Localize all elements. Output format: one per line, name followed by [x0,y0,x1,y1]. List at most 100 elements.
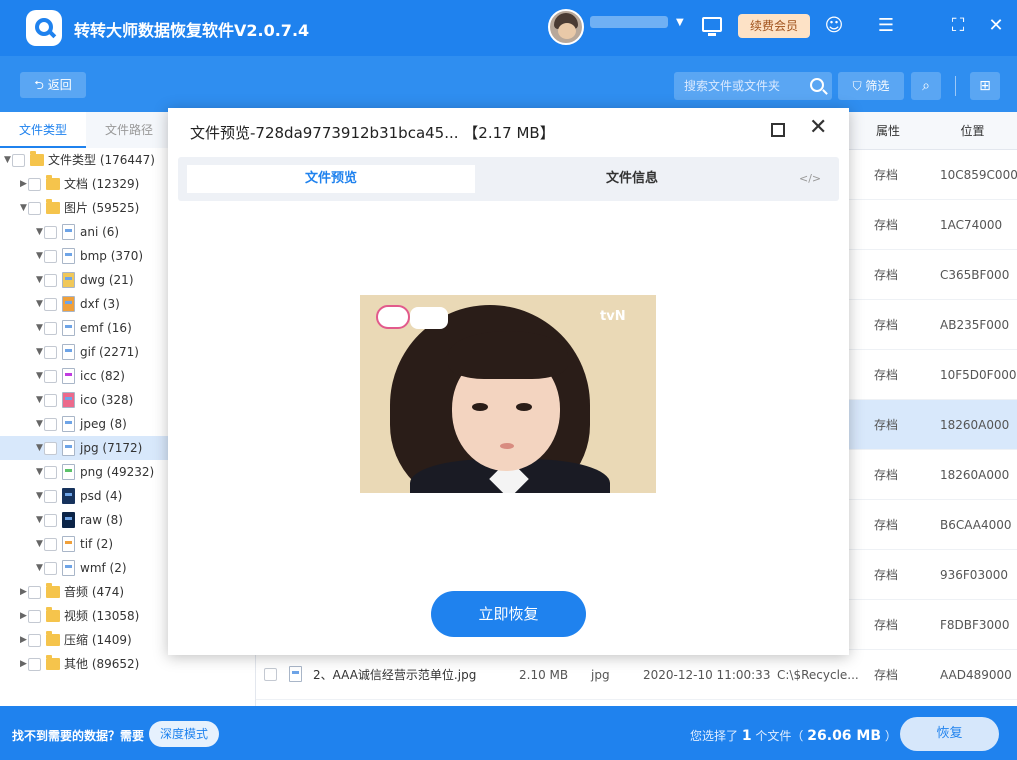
tree-checkbox[interactable] [28,202,41,215]
tab-file-path[interactable]: 文件路径 [86,112,172,148]
bmp-file-icon [62,248,75,264]
tree-checkbox[interactable] [44,514,57,527]
expanded-icon[interactable]: ▼ [36,388,43,412]
file-attribute: 存档 [874,418,899,432]
filter-button[interactable]: ⛉ 筛选 [838,72,904,100]
toolbar-divider [955,76,956,96]
jpeg-file-icon [62,416,75,432]
expanded-icon[interactable]: ▼ [20,196,27,220]
file-date: 2020-12-10 11:00:33 [643,668,771,682]
expanded-icon[interactable]: ▼ [36,292,43,316]
menu-icon[interactable]: ☰ [874,14,898,38]
back-icon: ⮌ [34,78,48,92]
tree-item-label: 图片 (59525) [64,201,140,215]
column-header-attribute[interactable]: 属性 [848,112,928,150]
tab-file-type[interactable]: 文件类型 [0,112,86,148]
gif-file-icon [62,344,75,360]
collapsed-icon[interactable]: ▶ [20,172,27,196]
tree-checkbox[interactable] [44,370,57,383]
table-row[interactable]: 2、AAA诚信经营示范单位.jpg 2.10 MB jpg 2020-12-10… [256,650,1017,700]
collapsed-icon[interactable]: ▶ [20,628,27,652]
bottom-bar: 找不到需要的数据？需要 深度模式 您选择了 1 个文件（ 26.06 MB ） … [0,706,1017,760]
expanded-icon[interactable]: ▼ [36,556,43,580]
tree-checkbox[interactable] [44,490,57,503]
expanded-icon[interactable]: ▼ [4,148,11,172]
tree-checkbox[interactable] [28,586,41,599]
file-position: 18260A000 [940,468,1010,482]
file-position: 936F03000 [940,568,1008,582]
tree-checkbox[interactable] [28,658,41,671]
tree-checkbox[interactable] [44,418,57,431]
file-attribute: 存档 [874,368,899,382]
tree-checkbox[interactable] [44,466,57,479]
user-avatar[interactable] [548,9,584,45]
collapsed-icon[interactable]: ▶ [20,580,27,604]
monitor-icon[interactable] [702,17,722,36]
tree-item-label: tif (2) [80,537,114,551]
maximize-icon[interactable] [771,123,785,137]
tree-item-label: jpg (7172) [80,441,143,455]
table-header: 属性 位置 [848,112,1017,150]
selection-prefix: 您选择了 [690,729,739,743]
preview-image: tvN [360,295,656,493]
tree-item[interactable]: ▶ 其他 (89652) [0,652,255,676]
tree-checkbox[interactable] [44,394,57,407]
username-redacted[interactable] [590,16,668,28]
expanded-icon[interactable]: ▼ [36,268,43,292]
collapsed-icon[interactable]: ▶ [20,604,27,628]
renew-vip-button[interactable]: 续费会员 [738,14,810,38]
fullscreen-icon[interactable]: ⛶ [946,14,970,38]
tree-checkbox[interactable] [44,562,57,575]
file-position: 10C859C000 [940,168,1017,182]
tree-checkbox[interactable] [44,298,57,311]
expanded-icon[interactable]: ▼ [36,220,43,244]
close-icon[interactable]: ✕ [809,117,827,139]
column-header-position[interactable]: 位置 [928,112,1017,150]
list-search-button[interactable]: ⌕ [911,72,941,100]
tree-checkbox[interactable] [44,274,57,287]
code-icon[interactable]: </> [799,165,821,193]
search-icon[interactable] [810,78,824,92]
expanded-icon[interactable]: ▼ [36,484,43,508]
tab-file-info[interactable]: 文件信息 [478,165,786,193]
file-position: F8DBF3000 [940,618,1010,632]
tab-file-preview[interactable]: 文件预览 [187,165,475,193]
tree-item-label: dxf (3) [80,297,120,311]
expanded-icon[interactable]: ▼ [36,460,43,484]
expanded-icon[interactable]: ▼ [36,340,43,364]
support-icon[interactable]: ☺ [822,14,846,38]
expanded-icon[interactable]: ▼ [36,364,43,388]
expanded-icon[interactable]: ▼ [36,316,43,340]
close-icon[interactable]: ✕ [984,14,1008,38]
expanded-icon[interactable]: ▼ [36,532,43,556]
tree-item-label: 其他 (89652) [64,657,140,671]
tree-checkbox[interactable] [44,250,57,263]
chevron-down-icon[interactable]: ▼ [676,17,684,28]
tree-checkbox[interactable] [44,538,57,551]
file-attribute: 存档 [874,518,899,532]
tree-checkbox[interactable] [28,634,41,647]
recover-button[interactable]: 恢复 [900,717,999,751]
recover-now-button[interactable]: 立即恢复 [431,591,586,637]
grid-view-button[interactable]: ⊞ [970,72,1000,100]
expanded-icon[interactable]: ▼ [36,244,43,268]
dwg-file-icon [62,272,75,288]
row-checkbox[interactable] [264,668,277,681]
file-position: C365BF000 [940,268,1010,282]
tree-checkbox[interactable] [44,226,57,239]
deep-mode-button[interactable]: 深度模式 [149,721,219,747]
tree-checkbox[interactable] [28,178,41,191]
tree-checkbox[interactable] [44,346,57,359]
tree-checkbox[interactable] [12,154,25,167]
search-input[interactable]: 搜索文件或文件夹 [674,72,832,100]
tree-checkbox[interactable] [44,322,57,335]
tree-checkbox[interactable] [44,442,57,455]
back-button[interactable]: ⮌ 返回 [20,72,86,98]
filter-icon: ⛉ [852,79,866,93]
tree-item-label: gif (2271) [80,345,139,359]
collapsed-icon[interactable]: ▶ [20,652,27,676]
expanded-icon[interactable]: ▼ [36,412,43,436]
expanded-icon[interactable]: ▼ [36,436,43,460]
tree-checkbox[interactable] [28,610,41,623]
expanded-icon[interactable]: ▼ [36,508,43,532]
